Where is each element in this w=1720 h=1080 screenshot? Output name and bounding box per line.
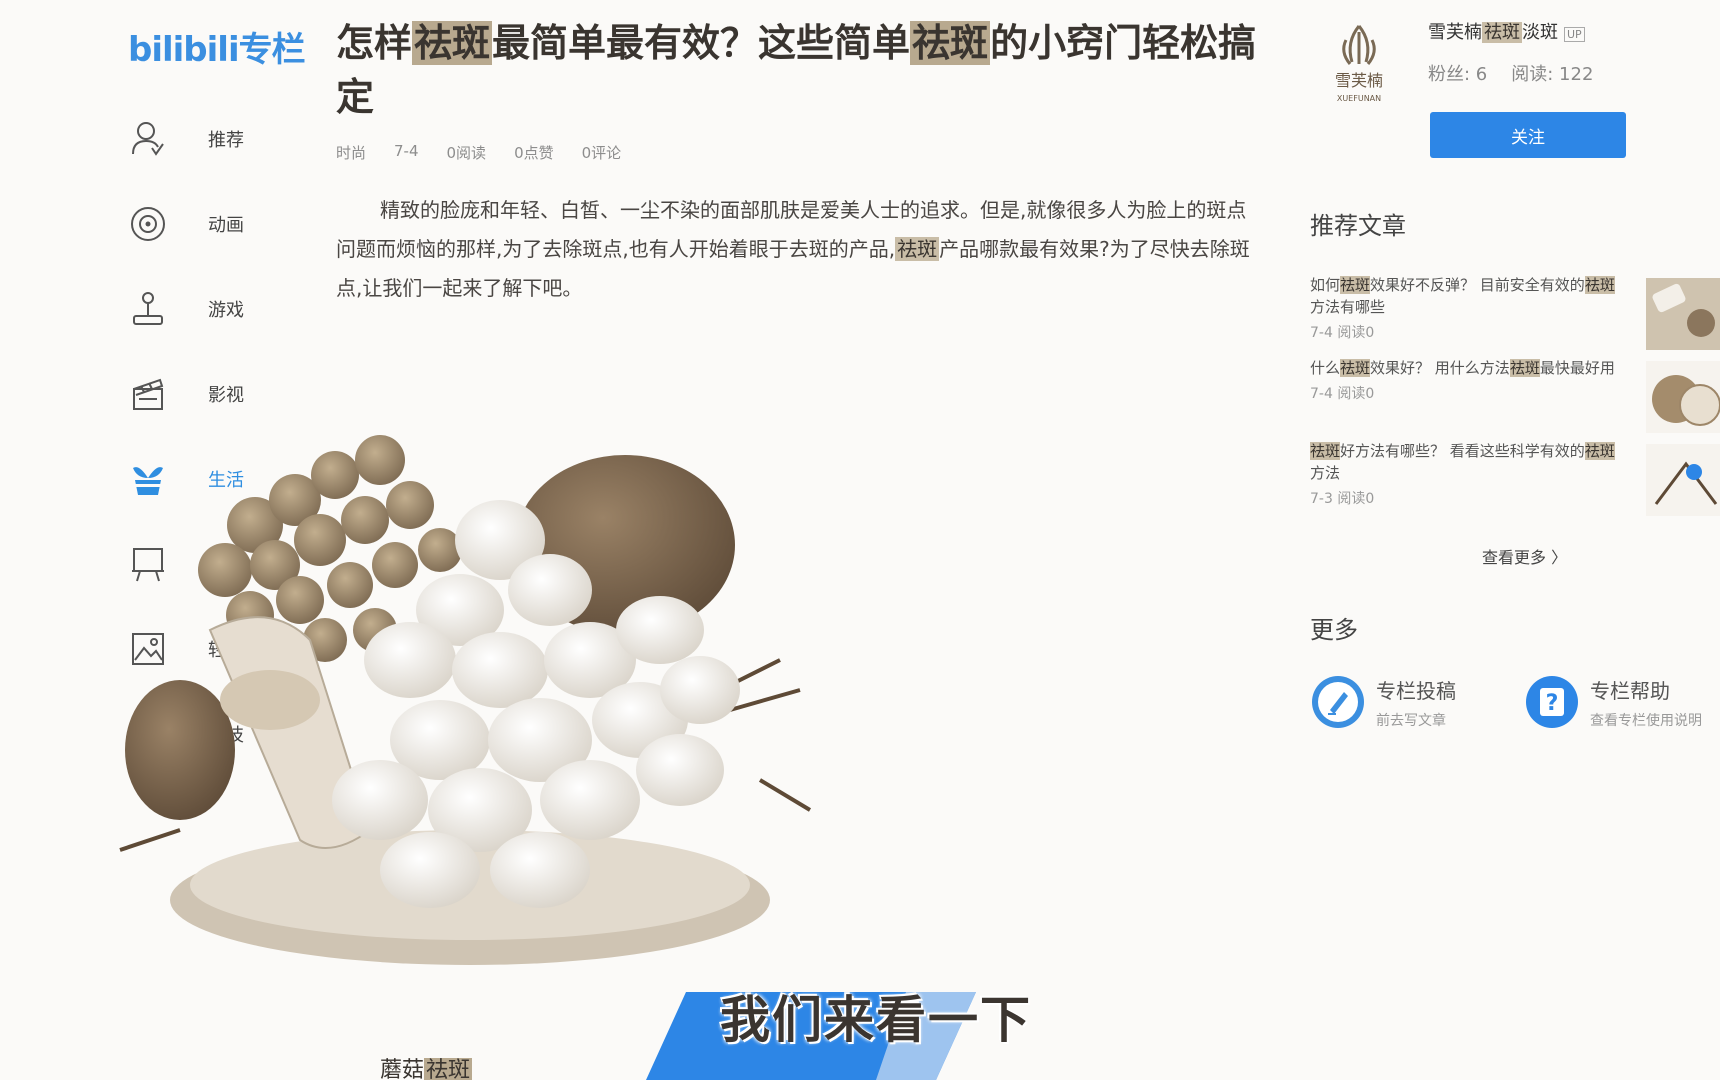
help-subtitle: 查看专栏使用说明	[1590, 712, 1702, 729]
article-comments: 0评论	[581, 144, 622, 162]
article-submit-icon	[1310, 674, 1366, 730]
article-meta: 时尚 7-4 0阅读 0点赞 0评论	[336, 142, 1276, 163]
mushroom-photo	[80, 430, 860, 970]
author-reads: 阅读: 122	[1511, 64, 1594, 85]
joystick-icon	[128, 289, 168, 329]
keyword-highlight: 祛斑	[412, 21, 493, 65]
article-date: 7-4	[394, 142, 419, 160]
anime-disc-icon	[128, 204, 168, 244]
help-title: 专栏帮助	[1590, 678, 1670, 703]
help-question-icon: ?	[1524, 674, 1580, 730]
article-main: 怎样祛斑最简单最有效？这些简单祛斑的小窍门轻松搞定 时尚 7-4 0阅读 0点赞…	[336, 16, 1276, 308]
article-category[interactable]: 时尚	[336, 142, 366, 163]
nav-label: 影视	[208, 384, 244, 406]
article-reads: 0阅读	[446, 144, 487, 162]
author-logo-subtext: XUEFUNAN	[1337, 94, 1381, 103]
recommended-article[interactable]: 祛斑好方法有哪些？ 看看这些科学有效的祛斑方法 7-3 阅读0	[1310, 440, 1720, 523]
nav-label: 动画	[208, 214, 244, 236]
keyword-highlight: 祛斑	[424, 1058, 473, 1080]
keyword-highlight: 祛斑	[910, 21, 991, 65]
follow-button[interactable]: 关注	[1430, 112, 1626, 158]
video-subtitle: 我们来看一下	[720, 991, 1032, 1049]
clapperboard-icon	[128, 374, 168, 414]
nav-label: 推荐	[208, 129, 244, 151]
author-fans: 粉丝: 6	[1428, 64, 1488, 85]
level-badge: UP	[1564, 27, 1585, 42]
submit-article-card[interactable]: 专栏投稿 前去写文章	[1310, 674, 1456, 730]
recommended-list: 如何祛斑效果好不反弹？ 目前安全有效的祛斑方法有哪些 7-4 阅读0 什么祛斑效…	[1310, 274, 1720, 523]
nav-item-anime[interactable]: 动画	[128, 181, 308, 266]
svg-text:?: ?	[1546, 691, 1559, 716]
recommended-title: 推荐文章	[1310, 212, 1406, 240]
see-more-link[interactable]: 查看更多 〉	[1482, 544, 1567, 568]
column-help-card[interactable]: ? 专栏帮助 查看专栏使用说明	[1524, 674, 1702, 730]
nav-item-film[interactable]: 影视	[128, 351, 308, 436]
nav-item-recommend[interactable]: 推荐	[128, 96, 308, 181]
recommended-thumbnail[interactable]	[1646, 278, 1720, 350]
nav-item-game[interactable]: 游戏	[128, 266, 308, 351]
keyword-highlight: 祛斑	[895, 237, 940, 261]
recommended-article-title: 祛斑好方法有哪些？ 看看这些科学有效的祛斑方法	[1310, 442, 1615, 482]
submit-subtitle: 前去写文章	[1376, 712, 1446, 729]
more-title: 更多	[1310, 616, 1358, 644]
recommended-article-title: 如何祛斑效果好不反弹？ 目前安全有效的祛斑方法有哪些	[1310, 276, 1615, 316]
author-avatar[interactable]: 雪芙楠 XUEFUNAN	[1322, 22, 1396, 106]
recommended-thumbnail[interactable]	[1646, 444, 1720, 516]
article-title: 怎样祛斑最简单最有效？这些简单祛斑的小窍门轻松搞定	[336, 21, 1257, 119]
bilibili-column-logo[interactable]: bilibili专栏	[128, 22, 306, 71]
submit-title: 专栏投稿	[1376, 678, 1456, 703]
author-stats: 粉丝: 6 阅读: 122	[1428, 60, 1593, 86]
recommend-person-icon	[128, 119, 168, 159]
article-likes: 0点赞	[514, 144, 554, 162]
recommended-thumbnail[interactable]	[1646, 361, 1720, 433]
nav-label: 游戏	[208, 299, 244, 321]
recommended-article-title: 什么祛斑效果好？ 用什么方法祛斑最快最好用	[1310, 359, 1615, 377]
author-logo-text: 雪芙楠	[1335, 71, 1383, 90]
keyword-highlight: 祛斑	[1482, 22, 1522, 43]
recommended-article[interactable]: 如何祛斑效果好不反弹？ 目前安全有效的祛斑方法有哪些 7-4 阅读0	[1310, 274, 1720, 357]
image-caption: 蘑菇祛斑	[380, 1052, 473, 1080]
author-name[interactable]: 雪芙楠 祛斑 淡斑 UP	[1428, 18, 1585, 44]
recommended-article[interactable]: 什么祛斑效果好？ 用什么方法祛斑最快最好用 7-4 阅读0	[1310, 357, 1720, 440]
article-paragraph: 精致的脸庞和年轻、白皙、一尘不染的面部肌肤是爱美人士的追求。但是,就像很多人为脸…	[336, 198, 1250, 300]
